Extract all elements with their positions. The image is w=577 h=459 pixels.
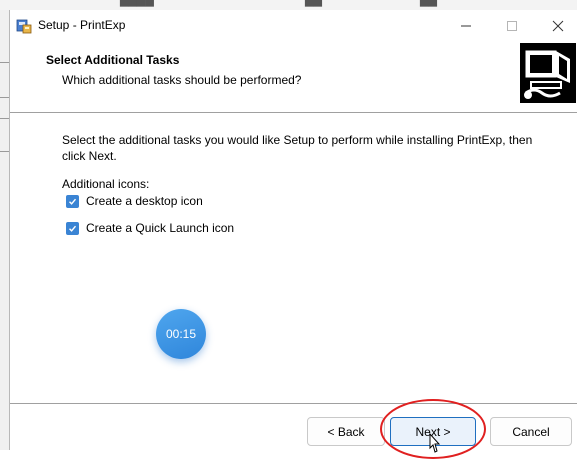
task-desktop-icon[interactable]: Create a desktop icon [66,194,203,208]
checkmark-icon [69,198,77,205]
countdown-timer: 00:15 [156,309,206,359]
instructions-text: Select the additional tasks you would li… [62,133,533,163]
timer-text: 00:15 [165,327,197,341]
wizard-header: Select Additional Tasks Which additional… [10,42,577,112]
window-title: Setup - PrintExp [38,18,126,32]
checkbox-quick-launch-icon[interactable] [66,221,79,235]
background-window-edge [0,10,9,450]
footer-divider [10,403,577,405]
wizard-computer-icon [520,43,576,103]
page-subtitle: Which additional tasks should be perform… [62,73,302,87]
close-button[interactable] [535,10,577,42]
setup-dialog: Setup - PrintExp Select Additional Tasks… [9,10,577,459]
minimize-button[interactable] [443,10,489,42]
checkbox-label: Create a Quick Launch icon [86,221,235,235]
checkbox-desktop-icon[interactable] [66,194,79,208]
additional-icons-label: Additional icons: [62,177,150,191]
mouse-cursor-icon [429,433,441,453]
back-button[interactable]: < Back [307,417,385,446]
maximize-button[interactable] [489,10,535,42]
minimize-icon [461,25,471,27]
close-icon [552,20,564,32]
checkmark-icon [69,225,77,232]
background-text: ██ [305,0,322,7]
title-bar[interactable]: Setup - PrintExp [10,10,577,42]
task-quick-launch-icon[interactable]: Create a Quick Launch icon [66,221,234,235]
header-divider [10,112,577,114]
background-text: ██ [420,0,437,7]
cancel-button[interactable]: Cancel [490,417,572,446]
background-window-strip: ████ ██ ██ [0,0,577,10]
maximize-icon [507,21,517,31]
checkbox-label: Create a desktop icon [86,194,203,208]
page-title: Select Additional Tasks [46,53,180,67]
setup-app-icon [16,19,32,34]
background-text: ████ [120,0,154,7]
